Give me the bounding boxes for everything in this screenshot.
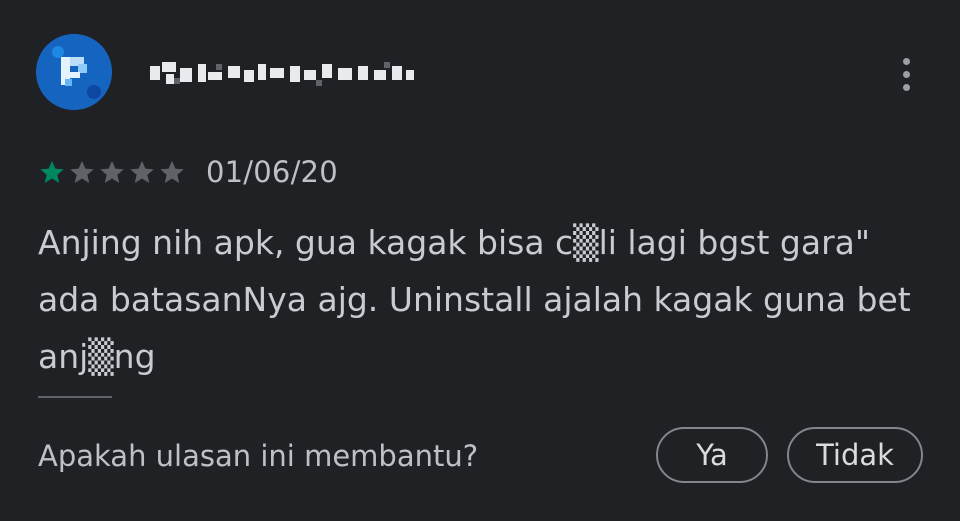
star-filled-icon [40, 160, 64, 183]
star-rating [38, 158, 186, 186]
review-card: 01/06/20 Anjing nih apk, gua kagak bisa … [0, 0, 960, 521]
star-empty-icon [100, 160, 124, 183]
divider [38, 396, 112, 398]
helpful-yes-button[interactable]: Ya [656, 427, 768, 483]
review-date: 01/06/20 [206, 155, 338, 189]
avatar-icon [36, 34, 112, 110]
helpful-question: Apakah ulasan ini membantu? [38, 439, 479, 473]
star-empty-icon [70, 160, 94, 183]
rating-row: 01/06/20 [38, 152, 338, 192]
star-empty-icon [160, 160, 184, 183]
review-text: Anjing nih apk, gua kagak bisa c▒li lagi… [38, 223, 911, 376]
redacted-name-icon [150, 62, 414, 86]
more-options-button[interactable] [884, 50, 928, 98]
more-vert-icon [902, 57, 910, 65]
username-redacted [146, 52, 422, 94]
star-empty-icon [130, 160, 154, 183]
avatar [36, 34, 112, 110]
helpful-no-button[interactable]: Tidak [787, 427, 923, 483]
